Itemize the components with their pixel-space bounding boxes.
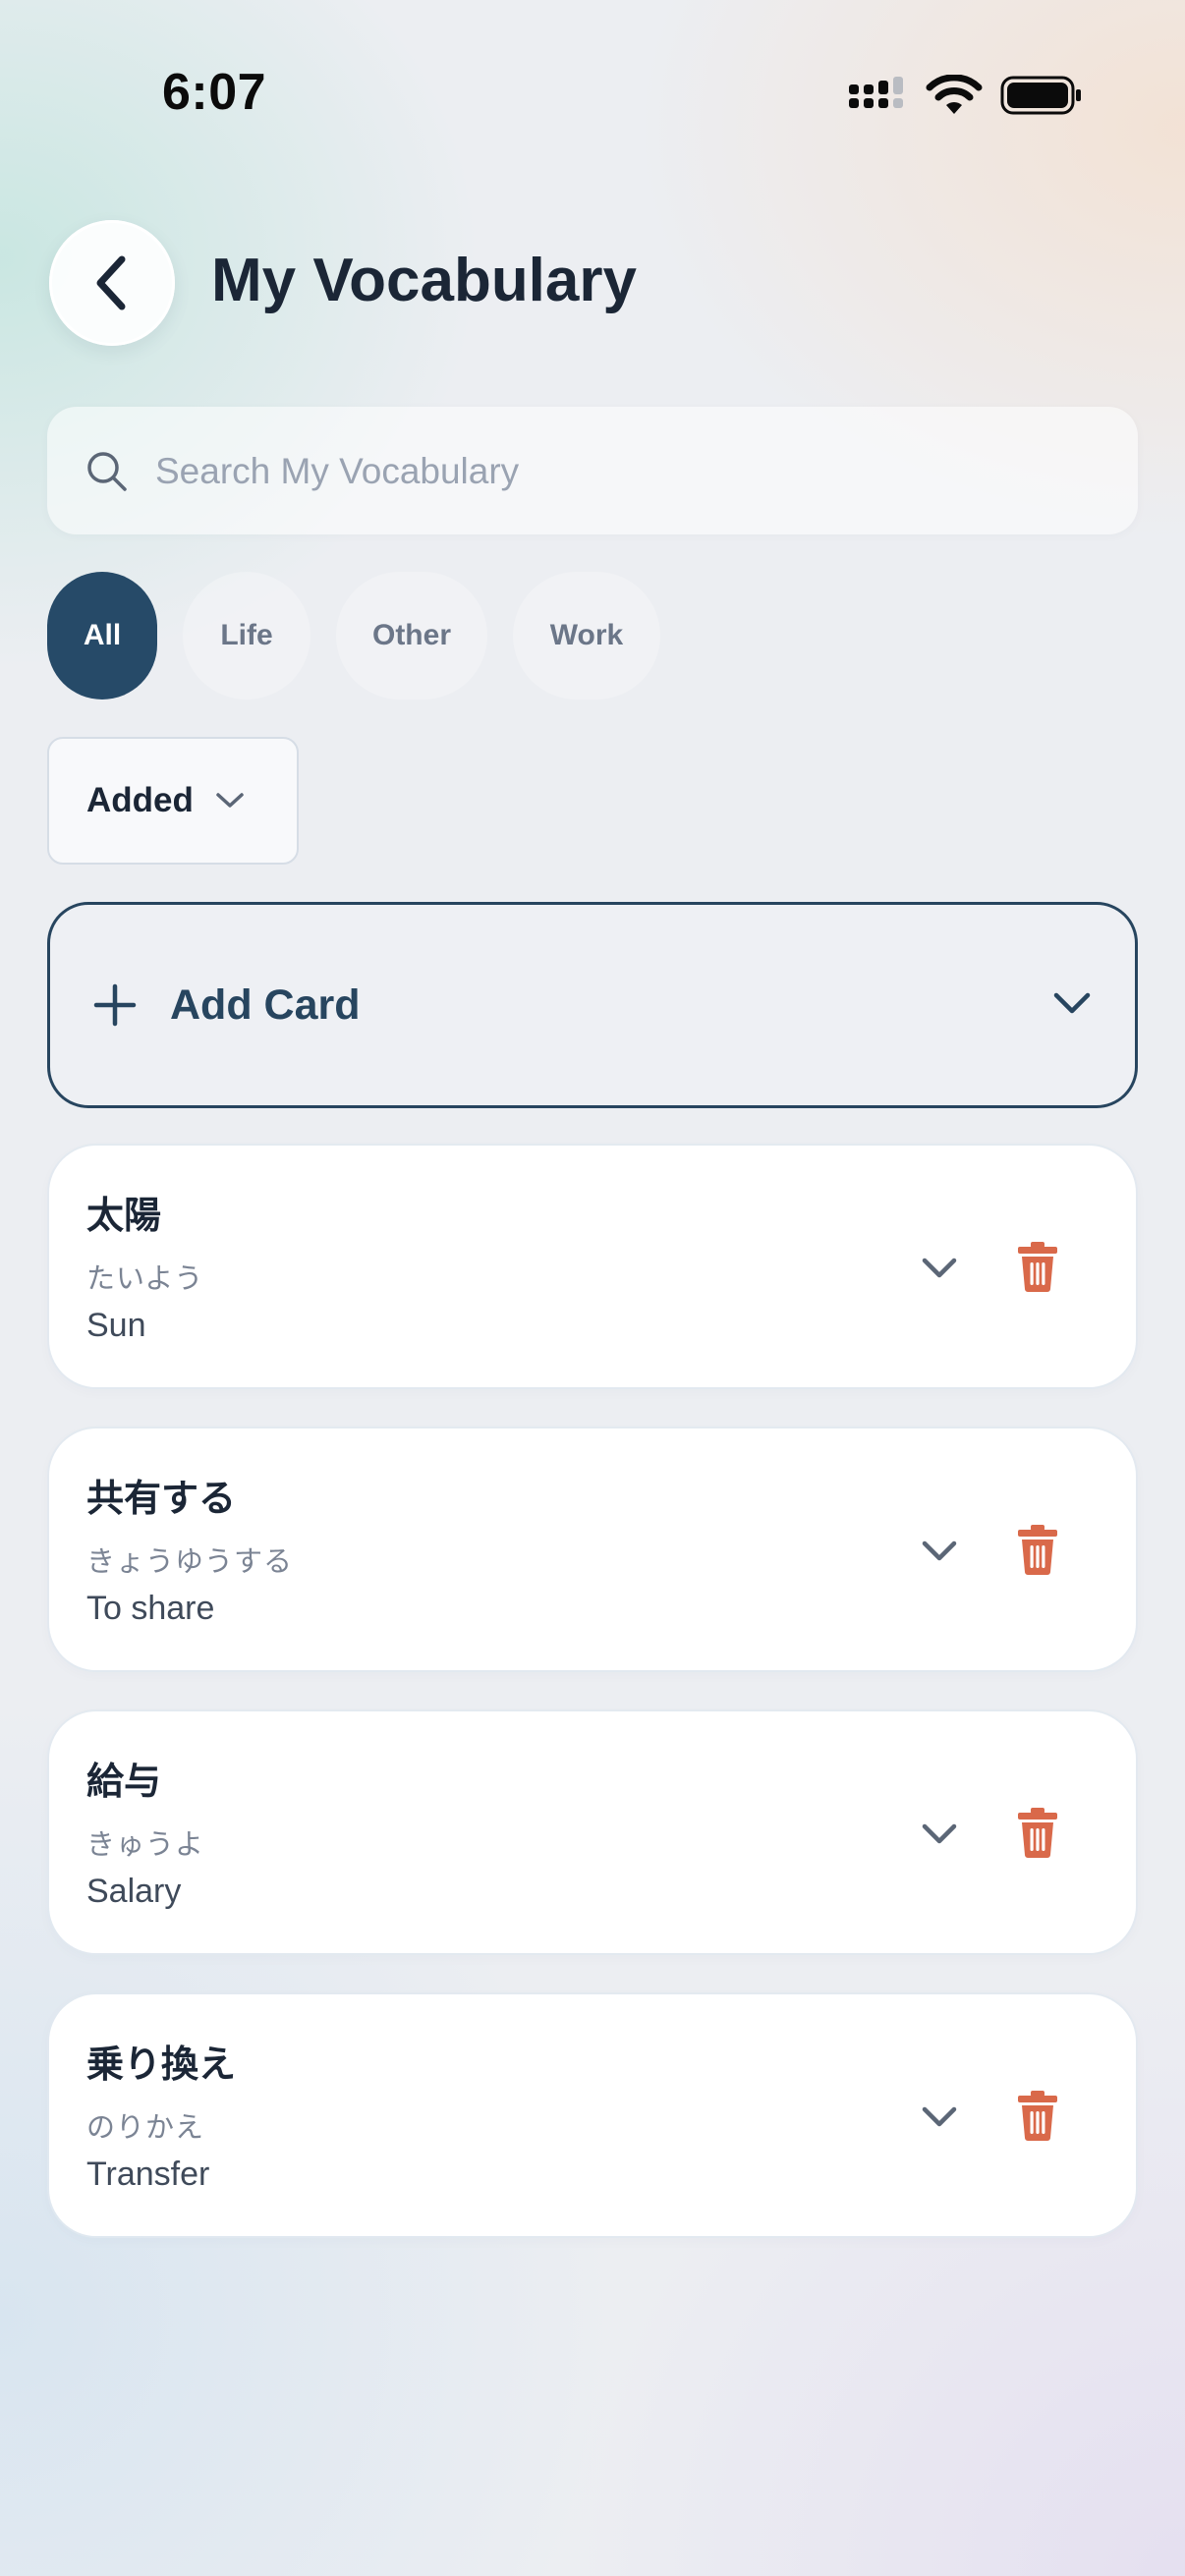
vocab-reading: のりかえ [86, 2112, 205, 2144]
plus-icon [93, 983, 137, 1027]
expand-button[interactable] [910, 1527, 969, 1576]
vocab-card[interactable]: 共有する きょうゆうする To share [49, 1428, 1136, 1670]
trash-icon [1018, 2091, 1057, 2141]
vocab-meaning: Salary [86, 1873, 182, 1910]
delete-button[interactable] [1008, 1802, 1067, 1863]
status-time: 6:07 [162, 64, 267, 121]
page-title: My Vocabulary [211, 247, 638, 314]
expand-button[interactable] [910, 1810, 969, 1859]
chevron-down-icon [922, 2106, 957, 2127]
vocab-meaning: Sun [86, 1307, 146, 1344]
vocab-card[interactable]: 太陽 たいよう Sun [49, 1146, 1136, 1387]
search-icon [87, 452, 127, 491]
vocab-term: 太陽 [86, 1196, 162, 1237]
filter-chip-all[interactable]: All [47, 572, 157, 700]
status-bar: 6:07 [0, 0, 1185, 187]
sort-dropdown-label: Added [86, 781, 194, 819]
vocab-term: 共有する [86, 1479, 237, 1520]
delete-button[interactable] [1008, 1236, 1067, 1297]
trash-icon [1018, 1242, 1057, 1292]
chevron-down-icon [922, 1823, 957, 1844]
expand-button[interactable] [910, 2093, 969, 2142]
search-input[interactable] [153, 426, 1100, 517]
battery-icon [1000, 76, 1081, 115]
vocab-card[interactable]: 乗り換え のりかえ Transfer [49, 1994, 1136, 2236]
delete-button[interactable] [1008, 2085, 1067, 2146]
chevron-down-icon [922, 1258, 957, 1278]
filter-chip-life[interactable]: Life [183, 572, 310, 700]
wifi-icon [926, 75, 983, 114]
expand-button[interactable] [910, 1244, 969, 1293]
search-bar[interactable] [47, 407, 1138, 534]
trash-icon [1018, 1525, 1057, 1575]
vocab-reading: きょうゆうする [86, 1546, 294, 1578]
vocab-meaning: To share [86, 1590, 215, 1627]
vocab-reading: たいよう [86, 1263, 204, 1295]
vocab-meaning: Transfer [86, 2156, 210, 2193]
add-card-label: Add Card [170, 981, 361, 1029]
chevron-down-icon [216, 793, 244, 808]
vocab-term: 給与 [86, 1762, 162, 1803]
chevron-down-icon [1053, 992, 1091, 1014]
filter-chip-other[interactable]: Other [336, 572, 487, 700]
back-button[interactable] [49, 220, 175, 346]
vocab-card[interactable]: 給与 きゅうよ Salary [49, 1711, 1136, 1953]
add-card-button[interactable]: Add Card [47, 902, 1138, 1108]
trash-icon [1018, 1808, 1057, 1858]
filter-chip-work[interactable]: Work [513, 572, 660, 700]
sort-dropdown[interactable]: Added [47, 737, 299, 865]
cellular-signal-icon [849, 77, 903, 108]
category-filter: All Life Other Work [47, 572, 660, 700]
vocab-reading: きゅうよ [86, 1829, 205, 1861]
delete-button[interactable] [1008, 1519, 1067, 1580]
back-chevron-icon [96, 255, 126, 310]
chevron-down-icon [922, 1540, 957, 1561]
vocab-term: 乗り換え [86, 2044, 237, 2086]
